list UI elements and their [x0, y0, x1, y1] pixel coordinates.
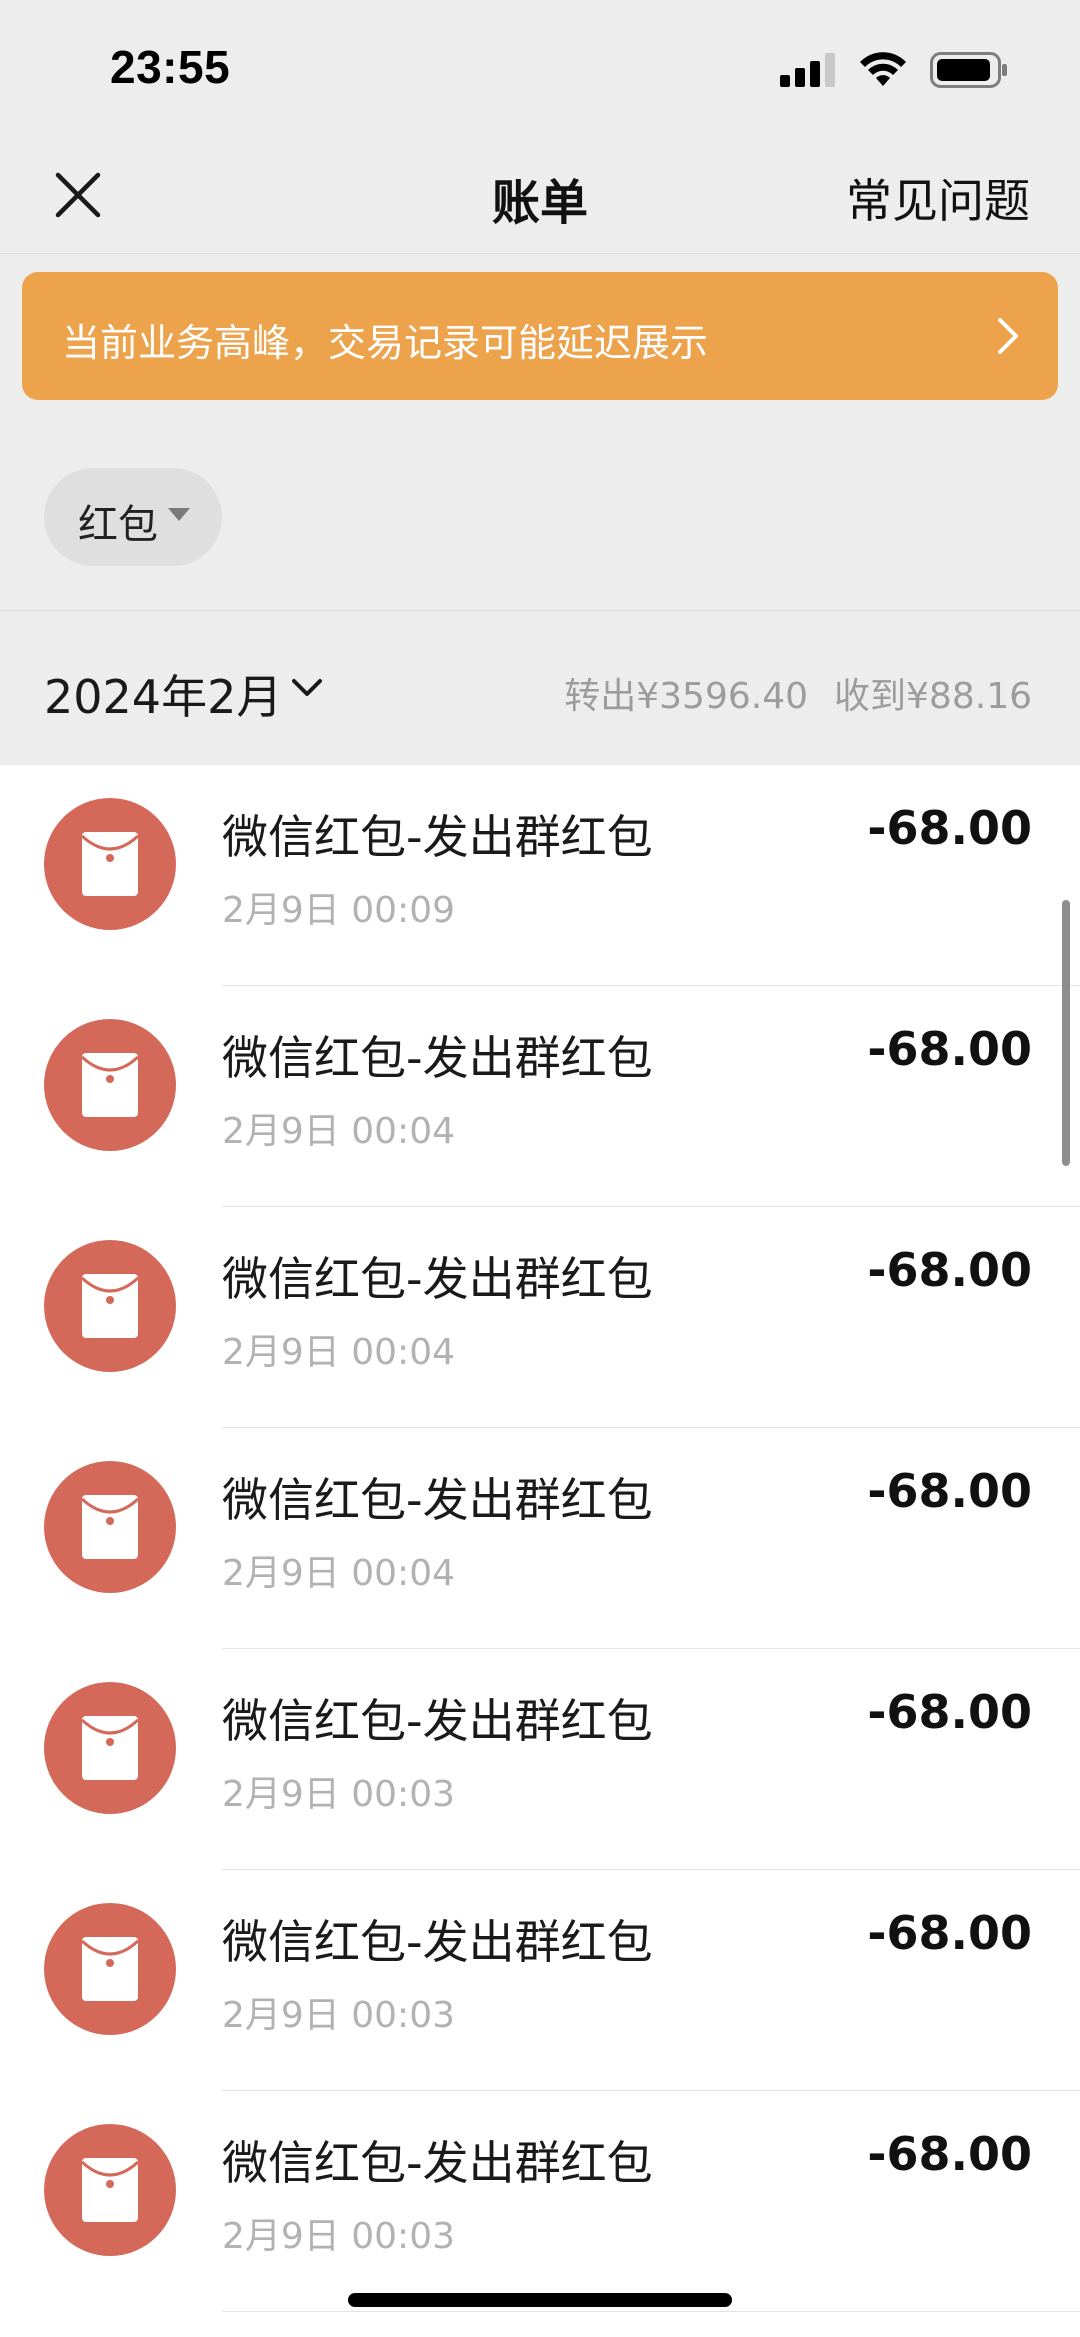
filter-label: 红包	[78, 502, 158, 548]
transaction-row[interactable]: 微信红包-发出群红包 2月9日 00:09 -68.00	[0, 765, 1080, 986]
red-packet-icon	[82, 1274, 138, 1338]
category-filter-dropdown[interactable]: 红包	[44, 468, 222, 566]
transaction-list: 微信红包-发出群红包 2月9日 00:09 -68.00 微信红包-发出群红包 …	[0, 765, 1080, 2337]
transaction-time: 2月9日 00:03	[222, 2216, 455, 2257]
red-packet-avatar	[44, 1019, 176, 1151]
row-divider	[222, 2311, 1080, 2312]
transaction-row[interactable]: 微信红包-发出群红包 2月9日 00:03 -68.00	[0, 1649, 1080, 1870]
notice-text: 当前业务高峰，交易记录可能延迟展示	[62, 321, 709, 365]
chevron-right-icon	[998, 318, 1018, 354]
transaction-amount: -68.00	[867, 801, 1032, 855]
month-in-total: 收到¥88.16	[834, 676, 1032, 717]
wifi-icon	[860, 52, 906, 86]
home-indicator[interactable]	[348, 2293, 732, 2307]
transaction-title: 微信红包-发出群红包	[222, 2136, 653, 2190]
transaction-amount: -68.00	[867, 2127, 1032, 2181]
red-packet-icon	[82, 1495, 138, 1559]
delay-notice-banner[interactable]: 当前业务高峰，交易记录可能延迟展示	[22, 272, 1058, 400]
red-packet-icon	[82, 1716, 138, 1780]
red-packet-avatar	[44, 1461, 176, 1593]
month-selector[interactable]: 2024年2月	[44, 661, 282, 727]
transaction-amount: -68.00	[867, 1685, 1032, 1739]
battery-icon	[930, 52, 1007, 88]
transaction-time: 2月9日 00:04	[222, 1553, 455, 1594]
transaction-title: 微信红包-发出群红包	[222, 1252, 653, 1306]
transaction-title: 微信红包-发出群红包	[222, 1915, 653, 1969]
transaction-time: 2月9日 00:09	[222, 890, 455, 931]
transaction-row[interactable]: 微信红包-发出群红包 2月9日 00:03 -68.00	[0, 1870, 1080, 2091]
caret-down-icon	[168, 508, 190, 521]
red-packet-avatar	[44, 1682, 176, 1814]
transaction-title: 微信红包-发出群红包	[222, 810, 653, 864]
transaction-amount: -68.00	[867, 1464, 1032, 1518]
transaction-row[interactable]: 微信红包-发出群红包 2月9日 00:04 -68.00	[0, 986, 1080, 1207]
red-packet-avatar	[44, 1903, 176, 2035]
transaction-amount: -68.00	[867, 1243, 1032, 1297]
transaction-amount: -68.00	[867, 1022, 1032, 1076]
month-header: 2024年2月 转出¥3596.40 收到¥88.16	[0, 611, 1080, 765]
nav-bar: 账单 常见问题	[0, 135, 1080, 254]
transaction-row[interactable]: 微信红包-发出群红包 2月9日 00:04 -68.00	[0, 1207, 1080, 1428]
red-packet-icon	[82, 1053, 138, 1117]
transaction-time: 2月9日 00:03	[222, 1774, 455, 1815]
red-packet-avatar	[44, 1240, 176, 1372]
transaction-title: 微信红包-发出群红包	[222, 1031, 653, 1085]
status-bar: 23:55	[0, 0, 1080, 135]
transaction-time: 2月9日 00:03	[222, 1995, 455, 2036]
transaction-row[interactable]: 微信红包-发出群红包 2月9日 00:04 -68.00	[0, 1428, 1080, 1649]
month-summary: 转出¥3596.40 收到¥88.16	[564, 667, 1032, 719]
status-time: 23:55	[110, 41, 231, 93]
transaction-time: 2月9日 00:04	[222, 1111, 455, 1152]
faq-link[interactable]: 常见问题	[846, 165, 1030, 231]
red-packet-avatar	[44, 2124, 176, 2256]
transaction-time: 2月9日 00:04	[222, 1332, 455, 1373]
chevron-down-icon[interactable]	[290, 677, 324, 699]
transaction-amount: -68.00	[867, 1906, 1032, 1960]
month-out-total: 转出¥3596.40	[564, 676, 809, 717]
transaction-title: 微信红包-发出群红包	[222, 1694, 653, 1748]
signal-icon	[780, 53, 835, 87]
red-packet-icon	[82, 1937, 138, 2001]
transaction-row[interactable]: 微信红包-发出群红包 2月9日 00:03 -68.00	[0, 2091, 1080, 2312]
red-packet-avatar	[44, 798, 176, 930]
red-packet-icon	[82, 2158, 138, 2222]
transaction-title: 微信红包-发出群红包	[222, 1473, 653, 1527]
red-packet-icon	[82, 832, 138, 896]
status-icons	[780, 52, 1008, 88]
scrollbar[interactable]	[1062, 900, 1070, 1166]
